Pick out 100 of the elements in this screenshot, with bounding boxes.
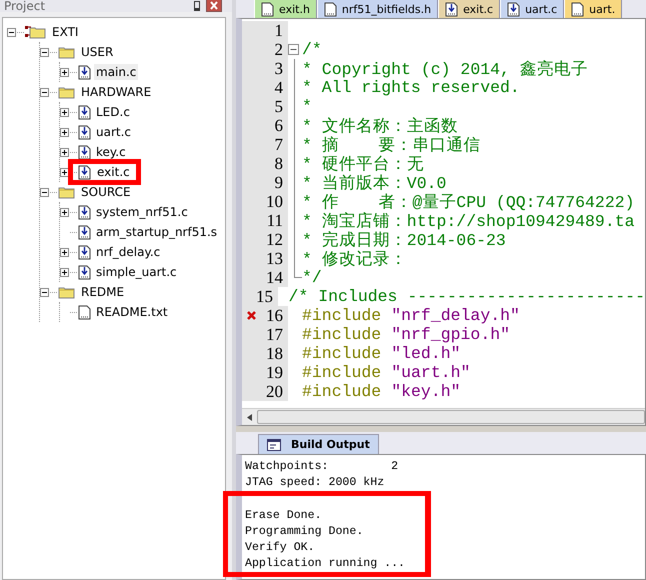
- output-line: Erase Done.: [245, 508, 323, 524]
- code-line: #include "uart.h": [302, 363, 470, 382]
- tab-label: uart.: [589, 2, 616, 16]
- tree-item[interactable]: system_nrf51.c: [94, 204, 190, 220]
- collapse-toggle[interactable]: [40, 288, 49, 296]
- collapse-toggle[interactable]: [40, 48, 49, 56]
- source-file-icon: [78, 264, 91, 280]
- file-tab[interactable]: uart.: [564, 0, 622, 18]
- line-number: 12: [266, 230, 283, 250]
- line-number: 20: [266, 382, 283, 402]
- code-line: * 淘宝店铺：http://shop109429489.ta: [302, 210, 635, 231]
- horizontal-scrollbar[interactable]: [242, 408, 645, 425]
- folder-icon: [58, 45, 76, 59]
- line-number: 6: [274, 116, 283, 136]
- source-file-icon: [78, 124, 91, 140]
- fold-toggle[interactable]: [288, 44, 299, 55]
- tree-item[interactable]: key.c: [94, 144, 128, 160]
- tree-item[interactable]: REDME: [79, 284, 126, 300]
- code-line: #include "key.h": [302, 382, 461, 401]
- code-line: */: [302, 268, 322, 287]
- file-tab[interactable]: exit.h: [254, 0, 317, 18]
- expand-toggle[interactable]: [60, 108, 69, 116]
- source-file-icon: [78, 144, 91, 160]
- output-line: Watchpoints: 2: [245, 459, 400, 475]
- close-icon[interactable]: [206, 0, 222, 12]
- build-output-tab[interactable]: Build Output: [258, 434, 379, 454]
- folder-icon: [58, 285, 76, 299]
- tab-label: exit.h: [279, 2, 310, 16]
- source-file-icon: [78, 164, 91, 180]
- file-tab[interactable]: nrf51_bitfields.h: [316, 0, 438, 18]
- code-line: * All rights reserved.: [302, 78, 520, 97]
- code-line: * 文件名称：主函数: [302, 116, 458, 136]
- output-line: Application running ...: [245, 556, 406, 572]
- expand-toggle[interactable]: [60, 208, 69, 216]
- code-line: /* Includes ------------------------: [288, 287, 645, 306]
- tab-label: uart.c: [525, 2, 558, 16]
- source-file-icon: [78, 64, 91, 80]
- tree-item[interactable]: uart.c: [94, 124, 134, 140]
- line-number: 11: [266, 210, 283, 230]
- code-line: *: [302, 97, 312, 116]
- code-line: * 硬件平台：无: [302, 154, 424, 174]
- tree-item[interactable]: README.txt: [94, 304, 170, 320]
- output-line: JTAG speed: 2000 kHz: [245, 475, 386, 491]
- tree-item[interactable]: HARDWARE: [79, 84, 154, 100]
- code-line: * Copyright (c) 2014, 鑫亮电子: [302, 58, 588, 80]
- code-line: * 作 者：@量子CPU (QQ:747764222): [302, 192, 635, 212]
- line-number: 5: [274, 96, 283, 116]
- tab-label: exit.c: [463, 2, 494, 16]
- line-number: 2: [274, 40, 283, 60]
- tree-item[interactable]: LED.c: [94, 104, 132, 120]
- line-number: 19: [266, 362, 283, 382]
- code-line: * 摘 要：串口通信: [302, 134, 480, 156]
- tree-item[interactable]: USER: [79, 44, 116, 60]
- panel-title: Project: [4, 0, 46, 12]
- tree-item[interactable]: simple_uart.c: [94, 264, 179, 280]
- expand-toggle[interactable]: [60, 148, 69, 156]
- line-number: 17: [266, 324, 283, 344]
- expand-toggle[interactable]: [60, 128, 69, 136]
- expand-toggle[interactable]: [60, 68, 69, 76]
- window-icon: [267, 438, 281, 450]
- code-line: #include "nrf_delay.h": [302, 306, 520, 325]
- line-number: 13: [266, 248, 283, 268]
- line-number: 15: [256, 286, 273, 306]
- scroll-left-icon[interactable]: [247, 414, 252, 420]
- line-number: 18: [266, 344, 283, 364]
- project-icon: [25, 25, 47, 39]
- code-line: * 当前版本：V0.0: [302, 172, 446, 194]
- line-number: 1: [274, 20, 283, 40]
- tree-item[interactable]: exit.c: [68, 159, 141, 185]
- text-file-icon: [78, 304, 91, 320]
- tree-item[interactable]: main.c: [94, 64, 138, 80]
- expand-toggle[interactable]: [60, 248, 69, 256]
- line-number: 16: [266, 306, 283, 326]
- source-file-icon: [78, 204, 91, 220]
- code-line: /*: [302, 40, 322, 59]
- line-number: 8: [274, 154, 283, 174]
- output-line: Verify OK.: [245, 540, 316, 556]
- tree-item[interactable]: EXTI: [50, 24, 80, 40]
- code-line: * 修改记录：: [302, 248, 407, 270]
- tree-item[interactable]: SOURCE: [79, 184, 133, 200]
- code-line: #include "nrf_gpio.h": [302, 325, 510, 344]
- line-number: 4: [274, 78, 283, 98]
- expand-toggle[interactable]: [60, 268, 69, 276]
- tree-item[interactable]: arm_startup_nrf51.s: [94, 224, 220, 240]
- pin-icon[interactable]: [194, 1, 200, 11]
- tree-item[interactable]: nrf_delay.c: [94, 244, 162, 260]
- line-number: 10: [266, 192, 283, 212]
- line-number: 14: [266, 268, 283, 288]
- collapse-toggle[interactable]: [40, 188, 49, 196]
- code-line: * 完成日期：2014-06-23: [302, 230, 506, 250]
- collapse-toggle[interactable]: [40, 88, 49, 96]
- file-tab[interactable]: uart.c: [500, 0, 564, 18]
- source-file-icon: [78, 104, 91, 120]
- collapse-toggle[interactable]: [7, 28, 16, 36]
- source-file-icon: [78, 224, 91, 240]
- expand-toggle[interactable]: [60, 168, 69, 176]
- folder-icon: [58, 185, 76, 199]
- file-tab[interactable]: exit.c: [438, 0, 500, 18]
- line-number: 9: [274, 172, 283, 192]
- folder-icon: [58, 85, 76, 99]
